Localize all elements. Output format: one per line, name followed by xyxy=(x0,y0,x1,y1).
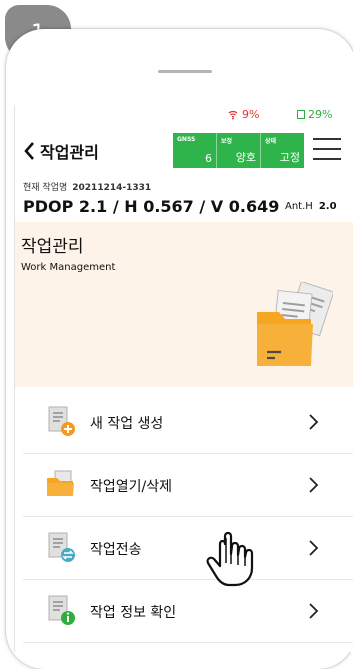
gnss-state: 상태 고정 xyxy=(261,133,304,168)
antenna-height: Ant.H 2.0 xyxy=(285,201,337,212)
section-banner: 작업관리 Work Management xyxy=(15,222,353,387)
new-document-icon xyxy=(48,406,75,436)
menu-item-label: 새 작업 생성 xyxy=(90,416,164,432)
menu-item-label: 작업전송 xyxy=(90,542,142,558)
battery-icon xyxy=(297,110,305,119)
page-title: 작업관리 xyxy=(40,143,99,162)
signal-percent: 9% xyxy=(242,108,260,121)
battery-percent: 29% xyxy=(308,108,333,121)
banner-title: 작업관리 xyxy=(21,237,84,257)
banner-subtitle: Work Management xyxy=(21,262,116,273)
antenna-height-label: Ant.H xyxy=(285,201,313,212)
transfer-document-icon xyxy=(48,532,75,562)
chevron-right-icon xyxy=(309,414,319,430)
menu-item-label: 작업열기/삭제 xyxy=(90,479,172,495)
signal-icon xyxy=(228,110,238,119)
folder-document-icon xyxy=(257,282,333,366)
signal-indicator: 9% xyxy=(228,108,259,121)
current-job-label: 현재 작업명 xyxy=(23,183,68,193)
gnss-satellites: GNSS 6 xyxy=(173,133,217,168)
menu-item-new-job[interactable]: 새 작업 생성 xyxy=(23,391,353,454)
gnss-correction-label: 보정 xyxy=(221,138,233,145)
back-button[interactable]: 작업관리 xyxy=(23,138,143,164)
menu-list: 새 작업 생성 작업열기/삭제 작업전송 작업 정보 확인 xyxy=(23,391,353,643)
chevron-left-icon xyxy=(24,142,34,160)
gnss-satellites-value: 6 xyxy=(205,152,212,165)
chevron-right-icon xyxy=(309,477,319,493)
menu-item-open-delete-job[interactable]: 작업열기/삭제 xyxy=(23,454,353,517)
chevron-right-icon xyxy=(309,603,319,619)
gnss-state-label: 상태 xyxy=(265,138,277,145)
menu-item-job-info[interactable]: 작업 정보 확인 xyxy=(23,580,353,643)
header: 작업관리 GNSS 6 보정 양호 상태 고정 xyxy=(15,130,353,175)
antenna-height-value: 2.0 xyxy=(318,201,337,212)
status-bar: 9% 29% xyxy=(15,105,353,127)
current-job: 현재 작업명 20211214-1331 xyxy=(23,180,151,193)
gnss-satellites-label: GNSS xyxy=(177,136,196,143)
battery-indicator: 29% xyxy=(297,108,332,121)
gnss-correction: 보정 양호 xyxy=(217,133,261,168)
app-screen: 9% 29% 작업관리 GNSS 6 보정 양호 상태 고정 현재 작업명 20… xyxy=(14,105,353,652)
hamburger-menu-icon[interactable] xyxy=(313,138,341,162)
gnss-status-panel[interactable]: GNSS 6 보정 양호 상태 고정 xyxy=(173,133,304,168)
info-document-icon xyxy=(48,595,75,625)
precision-readout: PDOP 2.1 / H 0.567 / V 0.649 xyxy=(23,197,280,216)
gnss-correction-value: 양호 xyxy=(235,151,256,164)
phone-speaker xyxy=(158,70,212,73)
chevron-right-icon xyxy=(309,540,319,556)
gnss-state-value: 고정 xyxy=(279,151,300,164)
current-job-value: 20211214-1331 xyxy=(72,183,152,193)
menu-item-transfer-job[interactable]: 작업전송 xyxy=(23,517,353,580)
folder-icon xyxy=(47,470,74,496)
menu-item-label: 작업 정보 확인 xyxy=(90,605,177,621)
